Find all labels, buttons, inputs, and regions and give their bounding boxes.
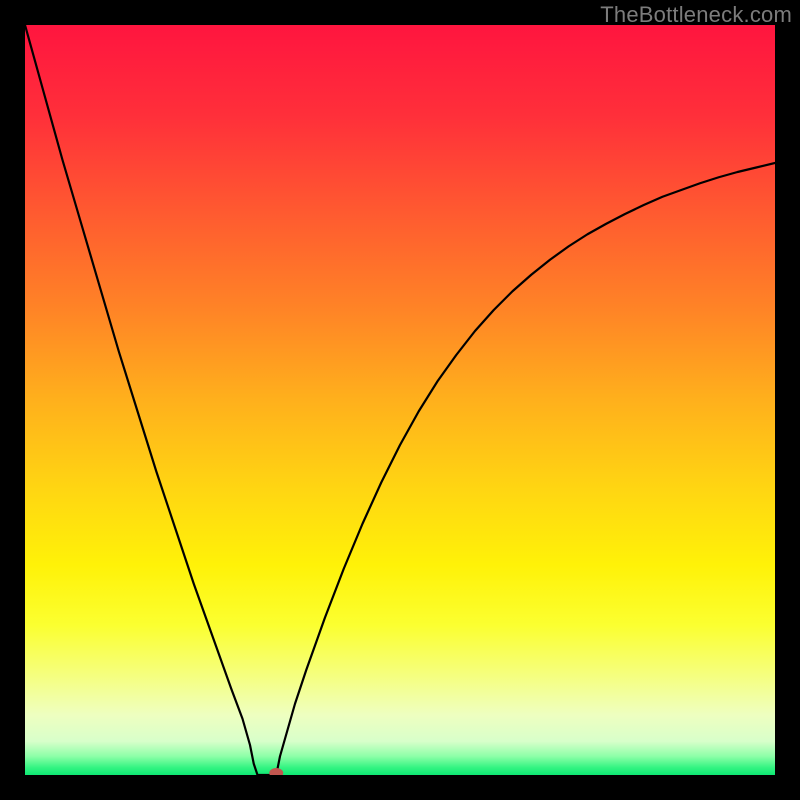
chart-svg: [25, 25, 775, 775]
plot-area: [25, 25, 775, 775]
gradient-background: [25, 25, 775, 775]
chart-frame: TheBottleneck.com: [0, 0, 800, 800]
